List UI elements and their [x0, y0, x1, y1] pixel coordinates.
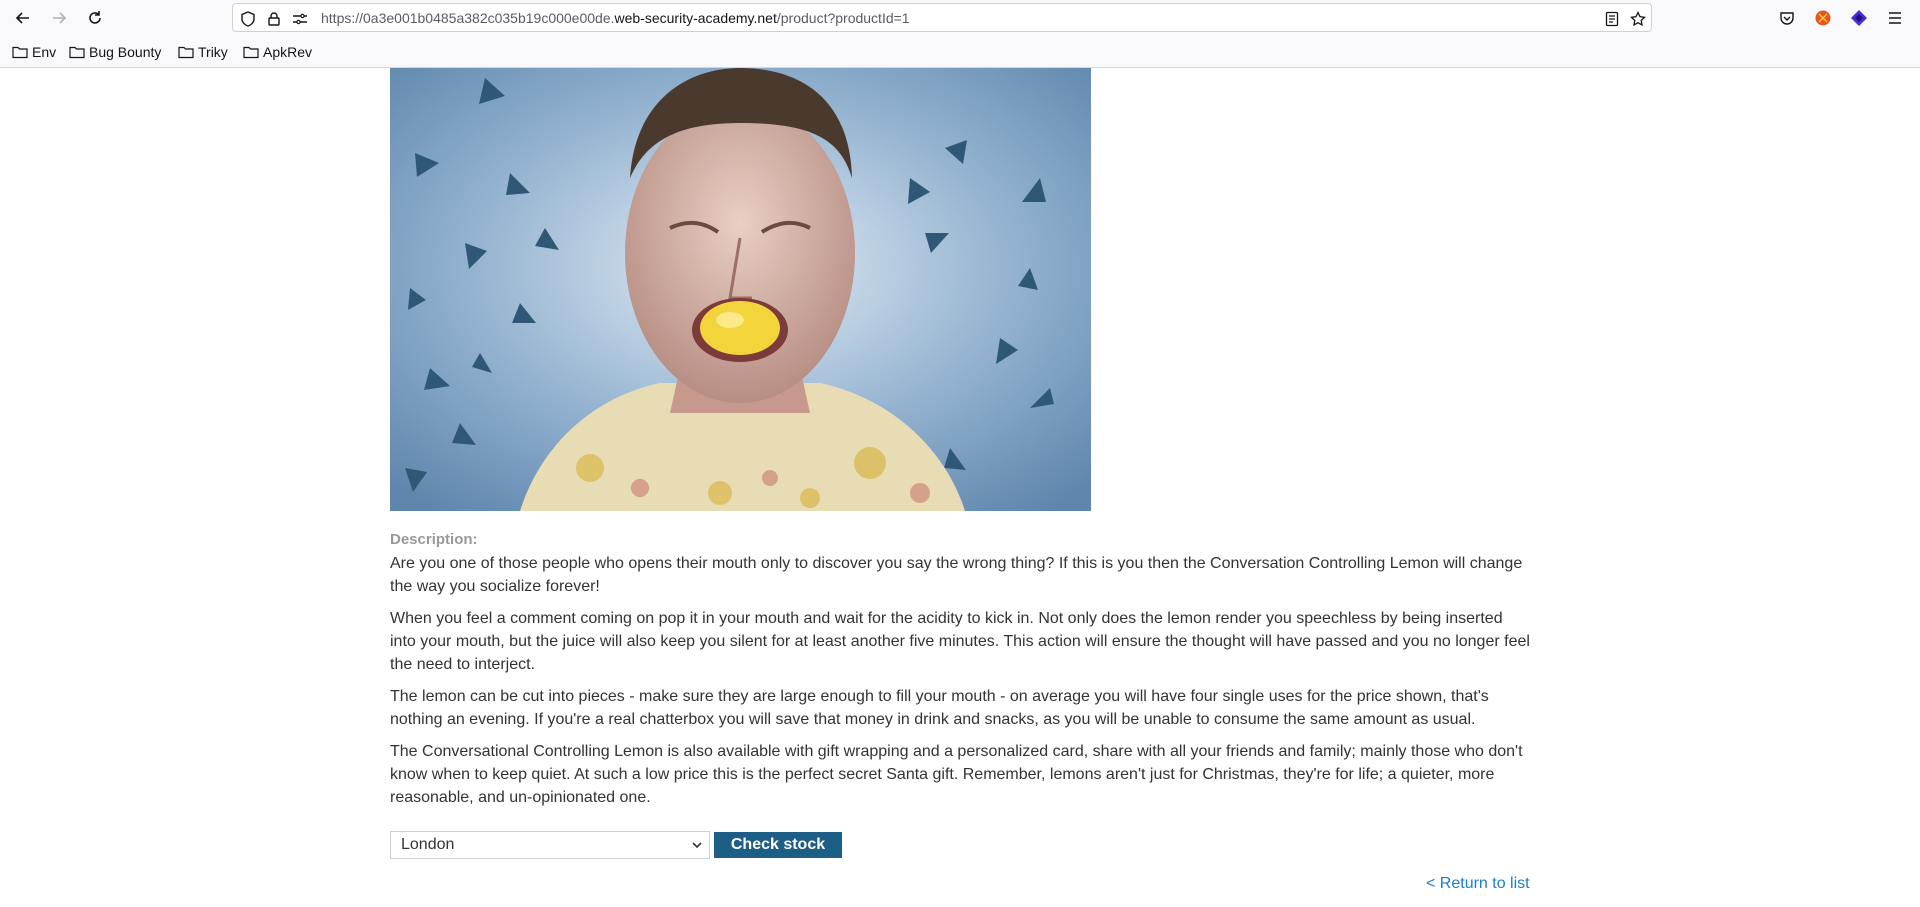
shield-icon[interactable]: [239, 10, 257, 28]
description-paragraph: Are you one of those people who opens th…: [390, 555, 1523, 595]
menu-icon[interactable]: [1885, 8, 1905, 28]
back-icon[interactable]: [11, 6, 35, 30]
folder-icon: [69, 46, 85, 59]
folder-icon: [243, 46, 259, 59]
store-select[interactable]: London: [390, 831, 710, 859]
bookmarks-bar: Env Bug Bounty Triky ApkRev: [0, 35, 1920, 68]
check-stock-button[interactable]: Check stock: [714, 832, 842, 858]
permissions-icon[interactable]: [291, 10, 309, 28]
description-paragraph: The Conversational Controlling Lemon is …: [390, 743, 1523, 806]
url-text[interactable]: https://0a3e001b0485a382c035b19c000e00de…: [321, 10, 910, 26]
bookmark-label: Env: [32, 44, 57, 60]
reader-view-icon[interactable]: [1603, 10, 1621, 28]
folder-icon: [12, 46, 28, 59]
bookmark-star-icon[interactable]: [1629, 10, 1647, 28]
url-domain: web-security-academy.net: [614, 10, 777, 26]
reload-icon[interactable]: [83, 6, 107, 30]
extension-orange-icon[interactable]: [1813, 8, 1833, 28]
folder-icon: [178, 46, 194, 59]
lock-icon[interactable]: [265, 10, 283, 28]
bookmark-label: Bug Bounty: [89, 44, 162, 60]
bookmark-apkrev[interactable]: ApkRev: [243, 43, 312, 61]
bookmark-bug-bounty[interactable]: Bug Bounty: [69, 43, 161, 61]
pocket-icon[interactable]: [1777, 8, 1797, 28]
product-page: Description: Are you one of those people…: [0, 68, 1920, 907]
browser-toolbar: https://0a3e001b0485a382c035b19c000e00de…: [0, 0, 1920, 35]
bookmark-triky[interactable]: Triky: [178, 43, 228, 61]
description-paragraph: When you feel a comment coming on pop it…: [390, 610, 1530, 673]
url-path: /product?productId=1: [776, 10, 910, 26]
url-bar[interactable]: https://0a3e001b0485a382c035b19c000e00de…: [232, 3, 1652, 32]
bookmark-label: ApkRev: [263, 44, 313, 60]
chevron-down-icon: [692, 842, 702, 849]
bookmark-label: Triky: [198, 44, 228, 60]
url-prefix: https://0a3e001b0485a382c035b19c000e00de…: [321, 10, 615, 26]
bookmark-env[interactable]: Env: [12, 43, 56, 61]
extension-purple-icon[interactable]: [1849, 8, 1869, 28]
description-label: Description:: [390, 531, 478, 548]
forward-icon[interactable]: [47, 6, 71, 30]
product-image: [390, 68, 1091, 511]
product-description: Are you one of those people who opens th…: [390, 552, 1530, 818]
description-paragraph: The lemon can be cut into pieces - make …: [390, 688, 1489, 728]
return-to-list-link[interactable]: < Return to list: [1426, 875, 1530, 893]
store-select-value: London: [401, 836, 455, 853]
